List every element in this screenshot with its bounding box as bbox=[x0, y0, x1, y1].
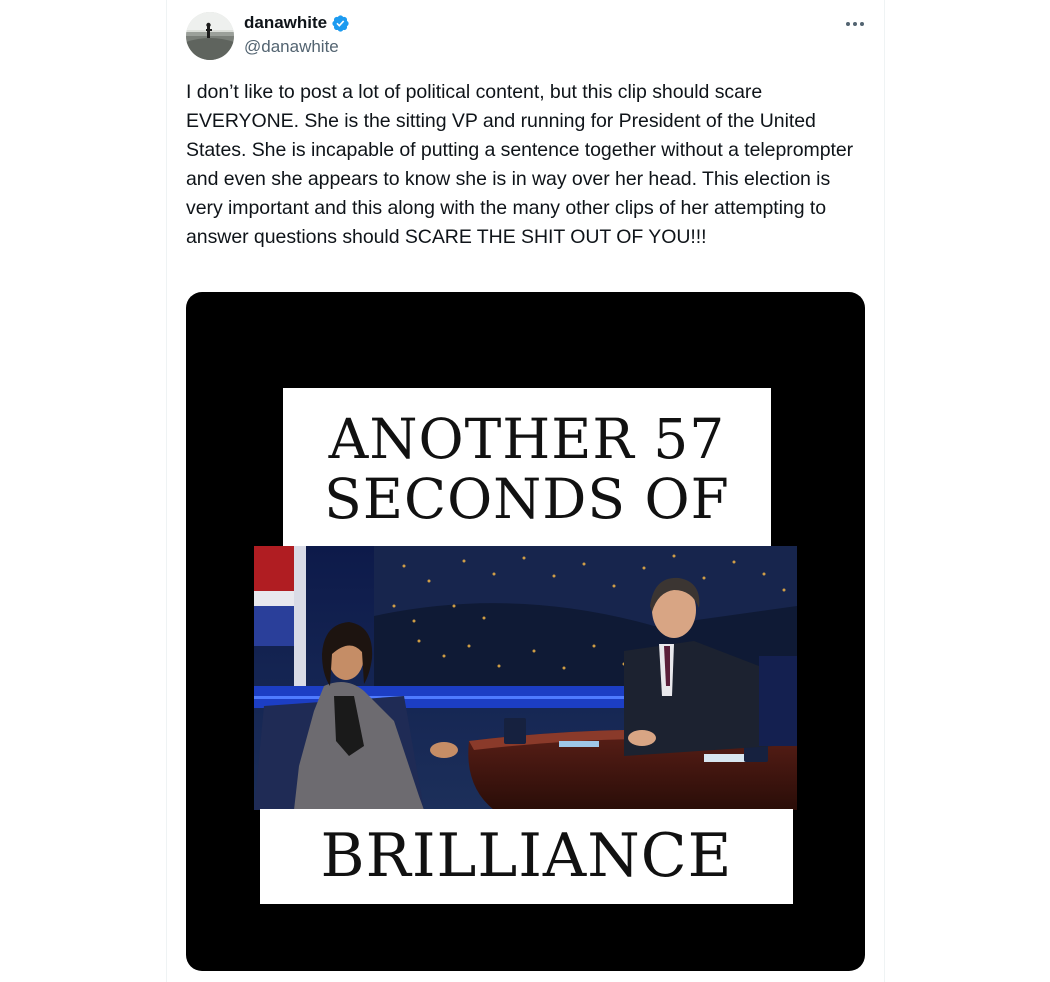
video-frame bbox=[254, 546, 797, 810]
caption-top-line1: ANOTHER 57 bbox=[328, 407, 726, 471]
display-name[interactable]: danawhite bbox=[244, 12, 327, 34]
caption-bottom: BRILLIANCE bbox=[260, 809, 793, 904]
more-dot bbox=[846, 22, 850, 26]
tweet-text: I don’t like to post a lot of political … bbox=[186, 81, 859, 248]
avatar[interactable] bbox=[186, 12, 234, 60]
tweet: danawhite @danawhite I don’t like to pos… bbox=[186, 10, 865, 971]
verified-badge-icon[interactable] bbox=[331, 14, 350, 33]
display-name-row: danawhite bbox=[244, 12, 350, 34]
column-divider-left bbox=[166, 0, 167, 982]
avatar-image bbox=[186, 12, 234, 60]
video-still-image bbox=[254, 546, 797, 810]
caption-top-line2: SECONDS OF bbox=[324, 467, 730, 531]
column-divider-right bbox=[884, 0, 885, 982]
author-names: danawhite @danawhite bbox=[244, 12, 350, 58]
tweet-page: danawhite @danawhite I don’t like to pos… bbox=[0, 0, 1050, 982]
more-dot bbox=[853, 22, 857, 26]
tweet-media-video[interactable]: ANOTHER 57 SECONDS OF BRILLIANCE bbox=[186, 292, 865, 971]
more-options-icon[interactable] bbox=[843, 14, 867, 34]
caption-top: ANOTHER 57 SECONDS OF bbox=[283, 388, 771, 550]
more-dot bbox=[860, 22, 864, 26]
author-handle[interactable]: @danawhite bbox=[244, 36, 350, 58]
tweet-header: danawhite @danawhite bbox=[186, 10, 865, 70]
